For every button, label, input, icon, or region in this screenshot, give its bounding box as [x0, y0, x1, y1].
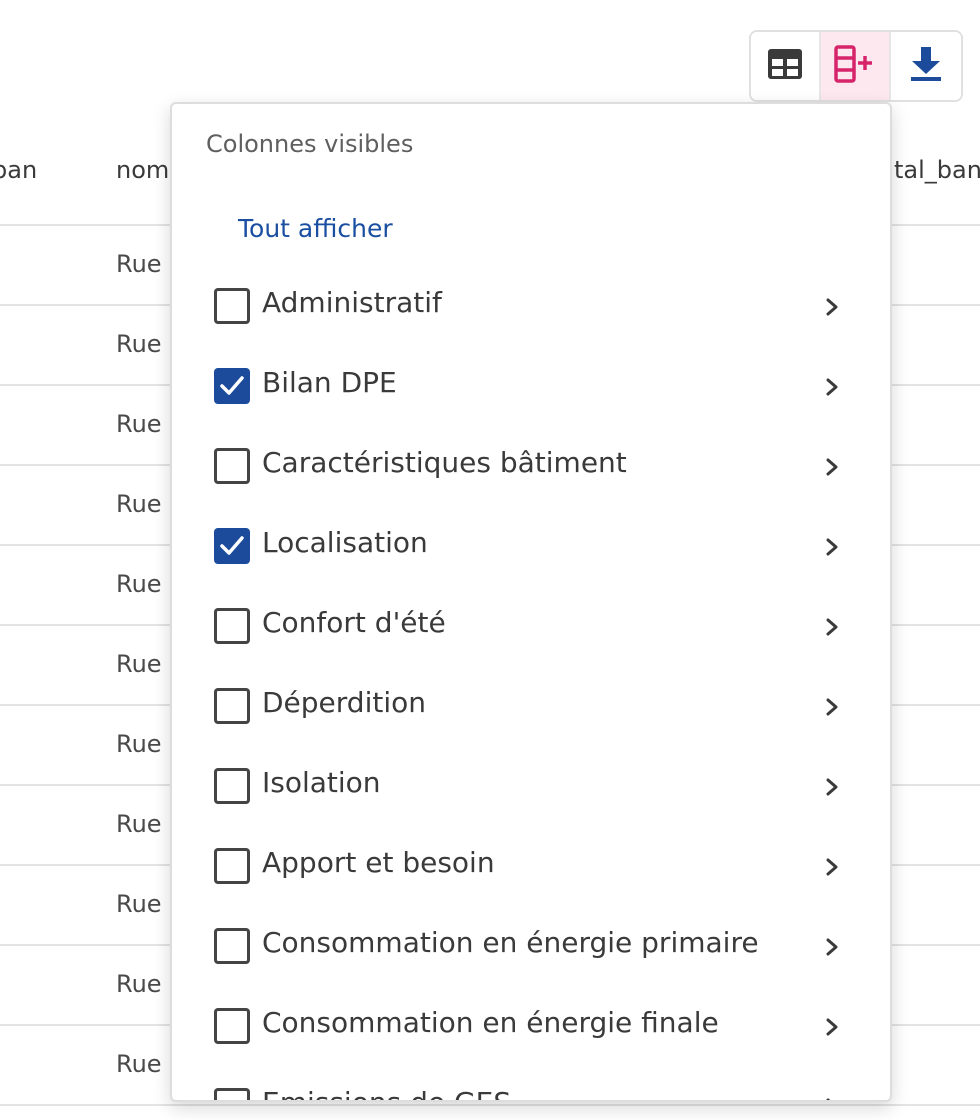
table-cell-nom: Rue: [116, 810, 162, 838]
table-cell-nom: Rue: [116, 570, 162, 598]
columns-popover: Colonnes visibles Tout afficher Administ…: [170, 102, 892, 1102]
chevron-right-icon[interactable]: [822, 856, 842, 878]
table-cell-nom: Rue: [116, 970, 162, 998]
table-cell-nom: Rue: [116, 490, 162, 518]
chevron-right-icon[interactable]: [822, 776, 842, 798]
chevron-right-icon[interactable]: [822, 696, 842, 718]
column-group-option[interactable]: Isolation: [172, 750, 890, 830]
table-cell-nom: Rue: [116, 890, 162, 918]
table-cell-nom: Rue: [116, 330, 162, 358]
column-group-checkbox[interactable]: [214, 928, 250, 964]
table-cell-nom: Rue: [116, 250, 162, 278]
column-group-option[interactable]: Caractéristiques bâtiment: [172, 430, 890, 510]
table-grid-icon: [766, 47, 804, 85]
column-group-option[interactable]: Consommation en énergie primaire: [172, 910, 890, 990]
check-icon: [220, 536, 244, 555]
check-icon: [220, 376, 244, 395]
chevron-right-icon[interactable]: [822, 296, 842, 318]
column-header-ban[interactable]: ban: [0, 156, 37, 184]
chevron-right-icon[interactable]: [822, 536, 842, 558]
row-divider: [0, 1104, 980, 1106]
column-group-option[interactable]: Administratif: [172, 270, 890, 350]
column-header-total-ban[interactable]: tal_ban: [894, 156, 980, 184]
chevron-right-icon[interactable]: [822, 376, 842, 398]
column-group-checkbox[interactable]: [214, 1088, 250, 1100]
column-group-checkbox[interactable]: [214, 688, 250, 724]
column-group-option[interactable]: Localisation: [172, 510, 890, 590]
columns-select-button[interactable]: [821, 32, 891, 100]
table-toolbar: [749, 30, 963, 102]
chevron-right-icon[interactable]: [822, 616, 842, 638]
table-cell-nom: Rue: [116, 650, 162, 678]
column-group-option[interactable]: Déperdition: [172, 670, 890, 750]
column-group-option[interactable]: Confort d'été: [172, 590, 890, 670]
column-group-label: Isolation: [262, 766, 381, 799]
column-group-option[interactable]: Bilan DPE: [172, 350, 890, 430]
show-all-button[interactable]: Tout afficher: [238, 214, 393, 243]
column-group-label: Localisation: [262, 526, 428, 559]
chevron-right-icon[interactable]: [822, 1096, 842, 1100]
column-group-label: Déperdition: [262, 686, 426, 719]
column-group-checkbox[interactable]: [214, 1008, 250, 1044]
table-cell-nom: Rue: [116, 410, 162, 438]
column-group-label: Consommation en énergie finale: [262, 1006, 719, 1039]
chevron-right-icon[interactable]: [822, 1016, 842, 1038]
download-button[interactable]: [891, 32, 961, 100]
column-group-checkbox[interactable]: [214, 848, 250, 884]
column-group-checkbox[interactable]: [214, 448, 250, 484]
column-group-checkbox[interactable]: [214, 368, 250, 404]
column-group-label: Consommation en énergie primaire: [262, 926, 759, 959]
table-cell-nom: Rue: [116, 1050, 162, 1078]
column-group-label: Bilan DPE: [262, 366, 397, 399]
popover-title: Colonnes visibles: [206, 130, 414, 158]
column-group-checkbox[interactable]: [214, 608, 250, 644]
chevron-right-icon[interactable]: [822, 936, 842, 958]
download-icon: [908, 45, 944, 87]
table-view-button[interactable]: [751, 32, 821, 100]
column-group-option[interactable]: Apport et besoin: [172, 830, 890, 910]
page: ban nom tal_ban Rue Rue Rue Rue Rue Rue Rue Rue…: [0, 0, 980, 1120]
column-group-option[interactable]: Emissions de GES: [172, 1070, 890, 1100]
column-group-label: Confort d'été: [262, 606, 446, 639]
column-group-checkbox[interactable]: [214, 528, 250, 564]
column-group-label: Emissions de GES: [262, 1086, 511, 1100]
column-group-checkbox[interactable]: [214, 288, 250, 324]
column-group-checkbox[interactable]: [214, 768, 250, 804]
column-group-label: Administratif: [262, 286, 442, 319]
add-columns-icon: [832, 44, 878, 88]
chevron-right-icon[interactable]: [822, 456, 842, 478]
table-cell-nom: Rue: [116, 730, 162, 758]
column-group-label: Apport et besoin: [262, 846, 495, 879]
column-group-option[interactable]: Consommation en énergie finale: [172, 990, 890, 1070]
column-group-label: Caractéristiques bâtiment: [262, 446, 627, 479]
column-header-nom[interactable]: nom: [116, 156, 169, 184]
